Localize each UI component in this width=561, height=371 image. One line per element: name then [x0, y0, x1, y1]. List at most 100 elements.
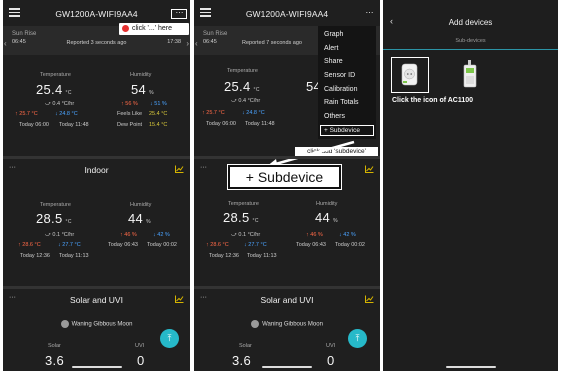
solar-label: Solar [48, 343, 61, 349]
menu-item-share[interactable]: Share [318, 55, 376, 69]
outdoor-temp-value: 25.4 °C [224, 79, 260, 94]
menu-item-rain-totals[interactable]: Rain Totals [318, 96, 376, 110]
indoor-temp-high: ↑ 28.6 °C [18, 242, 41, 248]
more-dots-icon[interactable]: ··· [200, 164, 207, 171]
solar-header: ··· Solar and UVI [3, 291, 190, 309]
solar-title: Solar and UVI [70, 295, 123, 305]
indoor-humidity-label: Humidity [130, 202, 152, 208]
outdoor-temp-high: ↑ 25.7 °C [202, 110, 225, 116]
red-dot-icon [122, 25, 129, 32]
indoor-temp-label: Temperature [40, 202, 71, 208]
solar-header: ··· Solar and UVI [194, 291, 380, 309]
outdoor-temp-low: ↓ 24.8 °C [242, 110, 265, 116]
indoor-temp-low-time: Today 11:13 [59, 253, 89, 259]
scroll-top-button[interactable]: ⤒ [348, 329, 367, 348]
indoor-humidity-high-time: Today 06:43 [108, 242, 138, 248]
chart-icon[interactable] [365, 295, 374, 303]
indoor-humidity-low-time: Today 00:02 [335, 242, 365, 248]
device-title: GW1200A-WIFI9AA4 [245, 9, 329, 19]
click-here-text: click '...' here [132, 25, 173, 32]
indoor-humidity-high: ↑ 46 % [120, 232, 137, 238]
indoor-humidity-value: 44% [128, 211, 151, 226]
section-divider [194, 286, 380, 289]
uvi-value: 0 [327, 353, 335, 368]
highlight-box [171, 9, 187, 19]
chevron-right-icon[interactable]: › [186, 39, 189, 48]
indoor-humidity-low: ↓ 42 % [153, 232, 170, 238]
indoor-humidity-high-time: Today 06:43 [296, 242, 326, 248]
indoor-humidity-low: ↓ 42 % [339, 232, 356, 238]
add-devices-title: Add devices [448, 18, 493, 27]
subdevice-button[interactable]: + Subdevice [227, 164, 342, 190]
section-divider [3, 156, 190, 159]
outdoor-temp-low-time: Today 11:48 [245, 121, 275, 127]
smart-plug-icon [401, 63, 418, 86]
outdoor-humidity-high: ↑ 56 % [121, 101, 138, 107]
tab-underline [383, 49, 558, 50]
app-screen-menu: GW1200A-WIFI9AA4 ⋯ ‹ Sun Rise 06:45 Repo… [194, 0, 380, 371]
outdoor-humidity-label: Humidity [130, 72, 152, 78]
moon-icon [60, 320, 69, 328]
sunrise-label: Sun Rise [12, 31, 37, 37]
outdoor-temp-trend: ⤻ 0.4 °C/hr [231, 98, 261, 104]
dew-point-value: 15.4 °C [149, 122, 168, 128]
solar-value: 3.6 [45, 353, 64, 368]
indoor-title: Indoor [84, 165, 109, 175]
more-options-icon[interactable]: ⋯ [366, 9, 375, 17]
menu-item-graph[interactable]: Graph [318, 28, 376, 42]
uvi-label: UVI [326, 343, 336, 349]
tab-sub-devices[interactable]: Sub-devices [383, 38, 558, 44]
moon-icon [251, 320, 260, 328]
indoor-temp-high-time: Today 12:36 [209, 253, 239, 259]
menu-item-others[interactable]: Others [318, 110, 376, 124]
chart-icon[interactable] [365, 165, 374, 173]
menu-item-subdevice[interactable]: + Subdevice [320, 124, 374, 136]
menu-item-alert[interactable]: Alert [318, 42, 376, 56]
indoor-temp-trend: ⤻ 0.1 °C/hr [231, 232, 261, 238]
outdoor-temp-label: Temperature [227, 68, 258, 74]
moon-phase: Waning Gibbous Moon [194, 320, 380, 328]
outdoor-temp-trend: ⤻ 0.4 °C/hr [45, 101, 75, 107]
indoor-temp-value: 28.5 °C [223, 210, 259, 225]
indoor-temp-low: ↓ 27.7 °C [58, 242, 81, 248]
sunset-time: 17:38 [167, 39, 181, 45]
ac1100-hint-text: Click the icon of AC1100 [392, 97, 474, 104]
add-devices-screen: ‹ Add devices Sub-devices Click the icon… [383, 0, 558, 371]
menu-item-calibration[interactable]: Calibration [318, 83, 376, 97]
top-bar: GW1200A-WIFI9AA4 ⋯ [194, 0, 380, 26]
chart-icon[interactable] [175, 295, 184, 303]
solar-value: 3.6 [232, 353, 251, 368]
outdoor-temp-high-time: Today 06:00 [19, 122, 49, 128]
app-screen-home: GW1200A-WIFI9AA4 ⋯ ‹ Sun Rise 06:45 Repo… [3, 0, 190, 371]
uvi-label: UVI [135, 343, 145, 349]
menu-item-sensor-id[interactable]: Sensor ID [318, 69, 376, 83]
ac1100-device-tile[interactable] [391, 57, 429, 93]
outdoor-temp-high: ↑ 25.7 °C [15, 111, 38, 117]
solar-label: Solar [239, 343, 252, 349]
sensor-device-icon [463, 60, 477, 88]
indoor-header: ··· Indoor [3, 161, 190, 179]
sensor-device-tile[interactable] [453, 57, 491, 93]
click-here-callout: click '...' here [119, 23, 189, 35]
indoor-temp-low: ↓ 27.7 °C [244, 242, 267, 248]
outdoor-temp-value: 25.4 °C [36, 82, 72, 97]
dropdown-menu: Graph Alert Share Sensor ID Calibration … [318, 26, 376, 139]
home-indicator [445, 366, 496, 368]
device-title: GW1200A-WIFI9AA4 [55, 9, 138, 19]
outdoor-temp-high-time: Today 06:00 [206, 121, 236, 127]
indoor-temp-trend: ⤻ 0.1 °C/hr [45, 232, 75, 238]
feels-like-value: 25.4 °C [149, 111, 168, 117]
section-divider [194, 156, 380, 159]
indoor-humidity-value: 44% [315, 210, 338, 225]
indoor-temp-high: ↑ 28.6 °C [206, 242, 229, 248]
sunrise-label: Sun Rise [203, 31, 228, 37]
indoor-humidity-high: ↑ 46 % [306, 232, 323, 238]
scroll-top-button[interactable]: ⤒ [160, 329, 179, 348]
outdoor-temp-low-time: Today 11:48 [59, 122, 89, 128]
indoor-temp-value: 28.5 °C [36, 211, 72, 226]
outdoor-temp-low: ↓ 24.8 °C [55, 111, 78, 117]
chart-icon[interactable] [175, 165, 184, 173]
moon-phase: Waning Gibbous Moon [3, 320, 190, 328]
solar-title: Solar and UVI [260, 295, 314, 305]
indoor-temp-low-time: Today 11:13 [247, 253, 277, 259]
